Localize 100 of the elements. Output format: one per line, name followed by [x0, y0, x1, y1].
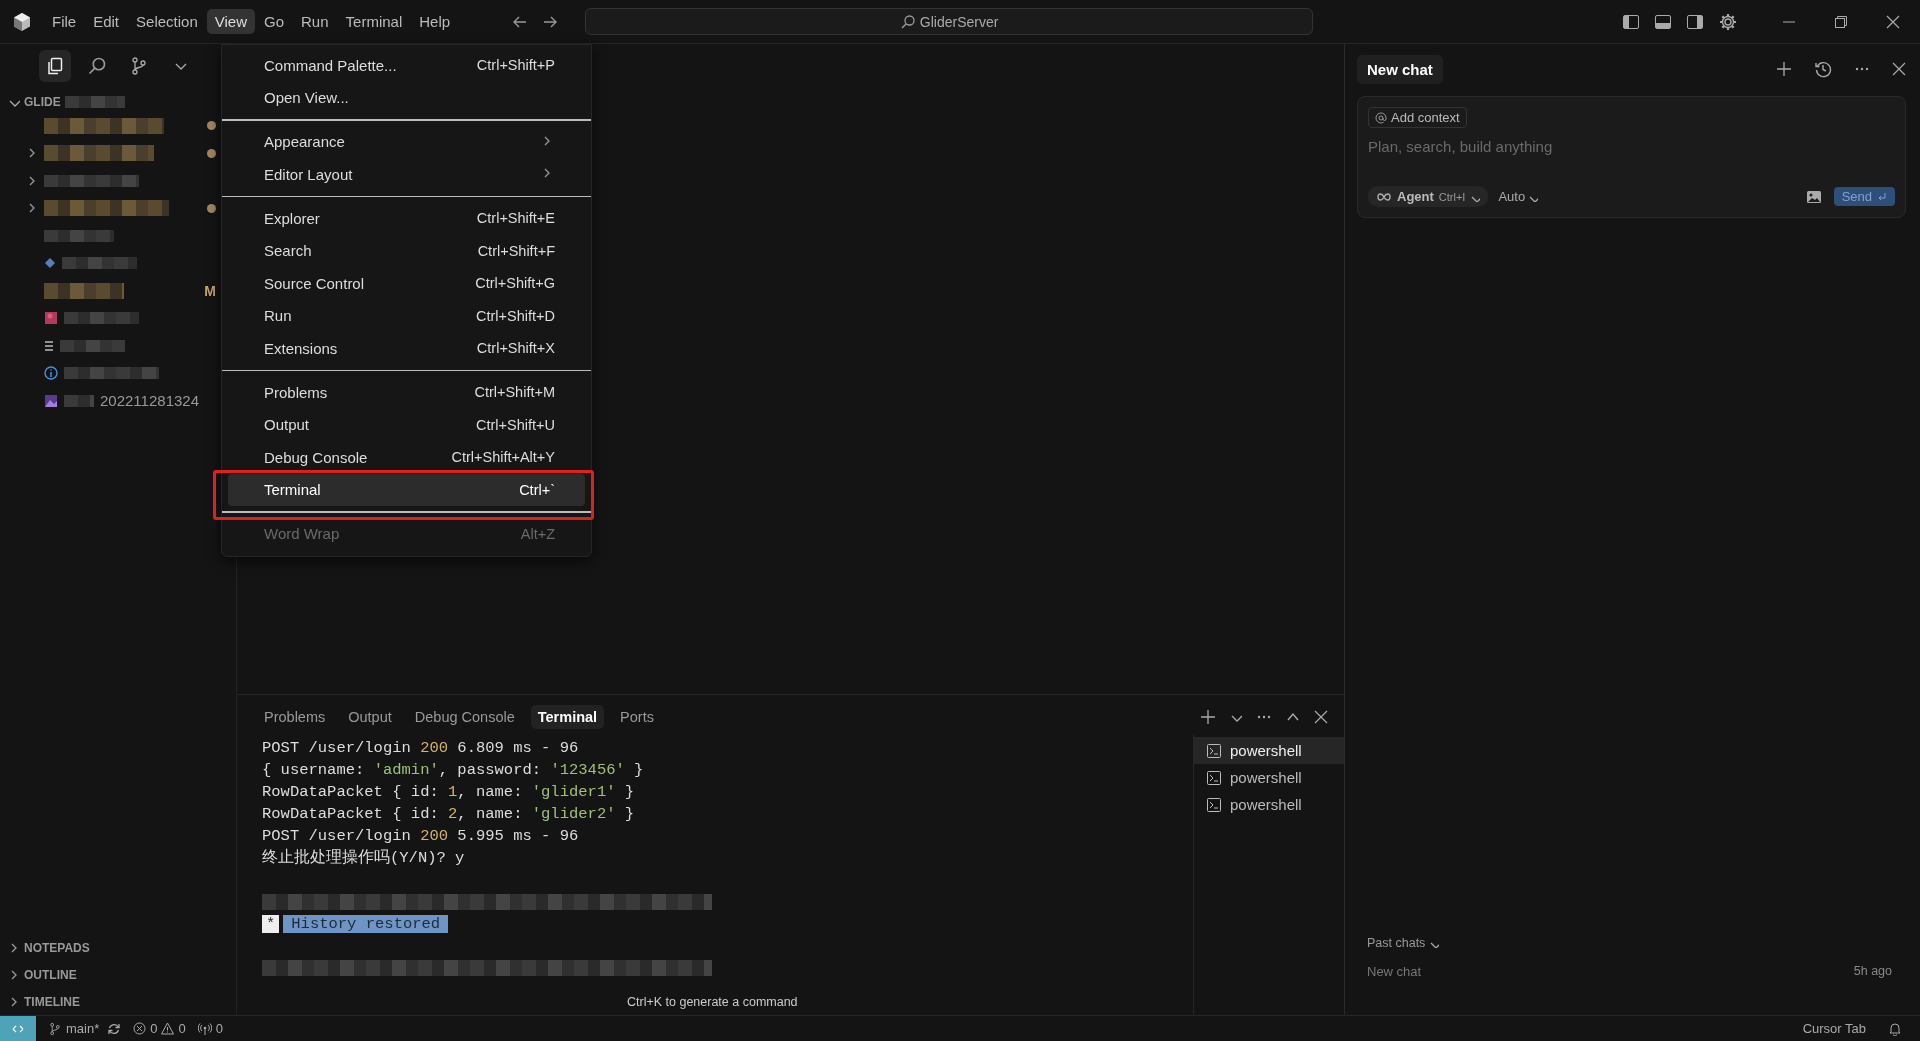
- terminal-line: 终止批处理操作吗(Y/N)? y: [262, 849, 465, 867]
- menu-item[interactable]: Command Palette... Ctrl+Shift+P: [228, 49, 585, 82]
- shortcut-text: Ctrl+Shift+D: [476, 307, 555, 324]
- menu-item[interactable]: File: [44, 9, 85, 34]
- menu-item[interactable]: Terminal Ctrl+`: [228, 473, 585, 506]
- menu-item[interactable]: Extensions Ctrl+Shift+X: [228, 332, 585, 365]
- restore-icon[interactable]: [1834, 14, 1848, 29]
- menu-item[interactable]: Open View...: [228, 81, 585, 114]
- terminal-list-item[interactable]: powershell: [1194, 737, 1344, 764]
- chat-input-field[interactable]: Plan, search, build anything: [1368, 138, 1895, 155]
- chat-tab[interactable]: New chat: [1357, 54, 1443, 84]
- menu-item[interactable]: Help: [411, 9, 459, 34]
- model-selector[interactable]: Auto: [1498, 189, 1539, 204]
- warning-icon: [161, 1022, 175, 1035]
- source-control-icon[interactable]: [129, 56, 149, 76]
- right-panel-toggle-icon[interactable]: [1686, 12, 1704, 31]
- terminal-line: { username: 'admin', password: '123456' }: [262, 761, 644, 779]
- shortcut-text: Ctrl+Shift+E: [476, 210, 555, 227]
- terminal-icon: [1206, 796, 1222, 813]
- cursor-mark: *: [262, 915, 280, 933]
- branch-icon: [48, 1021, 62, 1036]
- history-icon[interactable]: [1814, 60, 1832, 78]
- panel-tab[interactable]: Output: [341, 705, 399, 729]
- app-logo: [12, 11, 32, 32]
- folder-name[interactable]: GLIDE: [24, 95, 61, 109]
- shortcut-text: Ctrl+Shift+F: [477, 242, 555, 259]
- notifications-icon[interactable]: [1888, 1021, 1902, 1036]
- shortcut-text: Ctrl+Shift+P: [476, 57, 555, 74]
- bottom-panel-toggle-icon[interactable]: [1654, 12, 1672, 31]
- panel-tab[interactable]: Ports: [613, 705, 661, 729]
- menu-item[interactable]: Explorer Ctrl+Shift+E: [228, 202, 585, 235]
- ports-indicator[interactable]: 0: [197, 1021, 223, 1036]
- left-panel-toggle-icon[interactable]: [1622, 12, 1640, 31]
- search-icon[interactable]: [87, 56, 107, 76]
- menu-item[interactable]: Problems Ctrl+Shift+M: [228, 376, 585, 409]
- terminal-line: POST /user/login 200 6.809 ms - 96: [262, 739, 579, 757]
- close-panel-icon[interactable]: [1314, 710, 1328, 724]
- file-name[interactable]: 202211281324: [100, 392, 199, 410]
- menu-item[interactable]: Run: [293, 9, 337, 34]
- shortcut-text: Ctrl+Shift+G: [475, 275, 555, 292]
- shortcut-text: Ctrl+Shift+M: [474, 384, 555, 401]
- terminal-line: RowDataPacket { id: 1, name: 'glider1' }: [262, 783, 635, 801]
- menu-item[interactable]: Go: [256, 9, 292, 34]
- git-status-letter: M: [204, 282, 216, 299]
- new-chat-icon[interactable]: [1776, 61, 1792, 77]
- chat-time: 5h ago: [1853, 964, 1892, 979]
- image-icon[interactable]: [1805, 189, 1822, 204]
- add-context-button[interactable]: Add context: [1368, 107, 1467, 128]
- panel-tab[interactable]: Problems: [257, 705, 333, 729]
- shortcut-text: Alt+Z: [520, 525, 555, 542]
- menu-item[interactable]: Debug Console Ctrl+Shift+Alt+Y: [228, 441, 585, 474]
- at-sign-icon: [1375, 111, 1387, 124]
- cursor-tab-status[interactable]: Cursor Tab: [1802, 1021, 1866, 1036]
- terminal-line: POST /user/login 200 5.995 ms - 96: [262, 827, 579, 845]
- panel-tab[interactable]: Terminal: [530, 705, 605, 729]
- terminal-list-item[interactable]: powershell: [1194, 791, 1344, 818]
- menu-item[interactable]: View: [206, 9, 255, 34]
- menu-item[interactable]: Editor Layout: [228, 158, 585, 191]
- section-header[interactable]: TIMELINE: [8, 994, 80, 1009]
- explorer-icon[interactable]: [45, 56, 65, 76]
- command-search-field[interactable]: GliderServer: [585, 8, 1314, 35]
- agent-mode-selector[interactable]: Agent Ctrl+I: [1368, 186, 1489, 207]
- antenna-icon: [197, 1021, 212, 1036]
- image-file-icon: [44, 311, 58, 326]
- close-icon[interactable]: [1886, 14, 1900, 29]
- menu-item[interactable]: Edit: [85, 9, 128, 34]
- terminal-text: History restored: [283, 915, 449, 933]
- list-file-icon: [44, 339, 54, 352]
- pixelated-text: [64, 96, 125, 108]
- shortcut-text: Ctrl+Shift+Alt+Y: [451, 449, 555, 466]
- command-hint: Ctrl+K to generate a command: [627, 995, 798, 1009]
- infinity-icon: [1376, 191, 1392, 202]
- sync-icon[interactable]: [107, 1021, 122, 1036]
- branch-indicator[interactable]: main*: [48, 1021, 100, 1036]
- past-chats-toggle[interactable]: Past chats: [1367, 936, 1440, 950]
- shortcut-text: Ctrl+Shift+X: [476, 340, 555, 357]
- past-chat-item[interactable]: New chat 5h ago: [1357, 950, 1906, 979]
- section-header[interactable]: NOTEPADS: [8, 940, 90, 955]
- menu-item[interactable]: Terminal: [337, 9, 411, 34]
- terminal-icon: [1206, 769, 1222, 786]
- menu-item[interactable]: Appearance: [228, 125, 585, 158]
- diamond-file-icon: [44, 257, 56, 270]
- error-icon: [133, 1022, 147, 1035]
- panel-tab[interactable]: Debug Console: [407, 705, 522, 729]
- search-icon: [899, 13, 916, 30]
- settings-icon[interactable]: [1718, 11, 1738, 32]
- menu-item[interactable]: Run Ctrl+Shift+D: [228, 299, 585, 332]
- menu-item[interactable]: Search Ctrl+Shift+F: [228, 234, 585, 267]
- menu-item[interactable]: Selection: [128, 9, 206, 34]
- shortcut-text: Ctrl+Shift+U: [476, 416, 555, 433]
- menu-item[interactable]: Output Ctrl+Shift+U: [228, 408, 585, 441]
- terminal-list-item[interactable]: powershell: [1194, 764, 1344, 791]
- new-terminal-icon[interactable]: [1200, 709, 1216, 725]
- image-file-icon: [44, 393, 58, 408]
- close-icon[interactable]: [1892, 62, 1906, 76]
- problems-indicator[interactable]: 0 0: [133, 1021, 186, 1036]
- menu-item[interactable]: Source Control Ctrl+Shift+G: [228, 267, 585, 300]
- terminal-line: RowDataPacket { id: 2, name: 'glider2' }: [262, 805, 635, 823]
- section-header[interactable]: OUTLINE: [8, 967, 77, 982]
- shortcut-text: Ctrl+`: [519, 481, 555, 498]
